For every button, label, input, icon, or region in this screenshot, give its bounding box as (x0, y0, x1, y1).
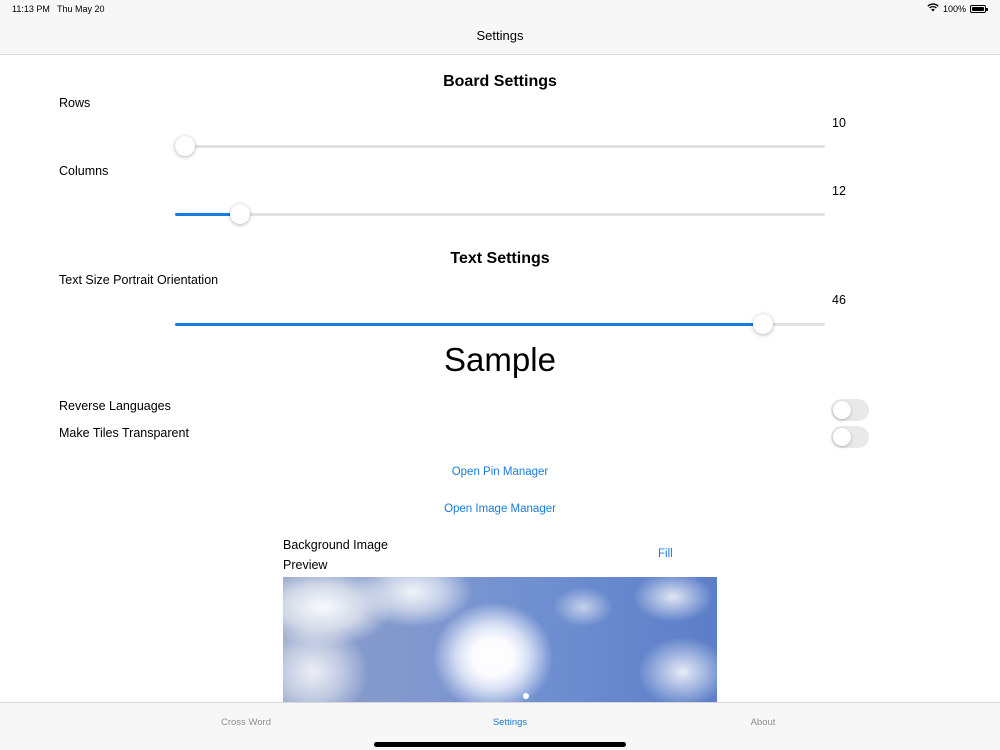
toggle-knob (833, 401, 851, 419)
slider-thumb[interactable] (175, 136, 195, 156)
toggle-knob (833, 428, 851, 446)
make-tiles-transparent-toggle[interactable] (831, 426, 869, 448)
tab-cross-word[interactable]: Cross Word (186, 717, 306, 728)
background-image-preview (283, 577, 717, 702)
tab-about[interactable]: About (703, 717, 823, 728)
text-settings-heading: Text Settings (450, 250, 550, 267)
status-time: 11:13 PM (12, 4, 50, 14)
rows-slider[interactable] (175, 136, 825, 156)
status-date: Thu May 20 (57, 4, 105, 14)
reverse-languages-toggle[interactable] (831, 399, 869, 421)
sample-text: Sample (444, 341, 556, 378)
open-image-manager-button[interactable]: Open Image Manager (444, 503, 556, 515)
battery-icon (970, 4, 988, 13)
tab-bar: Cross Word Settings About (0, 702, 1000, 750)
columns-slider[interactable] (175, 204, 825, 224)
background-image-label: Background Image (283, 538, 388, 552)
columns-label: Columns (59, 164, 109, 178)
wifi-icon (927, 3, 939, 14)
preview-label: Preview (283, 558, 328, 572)
navigation-bar: Settings (0, 18, 1000, 55)
settings-screen: 11:13 PM Thu May 20 100% Settings Board … (0, 0, 1000, 750)
tab-settings[interactable]: Settings (450, 717, 570, 728)
open-pin-manager-button[interactable]: Open Pin Manager (452, 466, 549, 478)
battery-percent: 100% (942, 3, 966, 14)
slider-fill (175, 323, 763, 326)
text-size-value: 46 (832, 293, 846, 307)
page-indicator-dot (523, 693, 529, 699)
text-size-slider[interactable] (175, 314, 825, 334)
slider-track (175, 145, 825, 148)
reverse-languages-label: Reverse Languages (59, 399, 171, 413)
home-indicator (374, 742, 626, 747)
fill-mode-button[interactable]: Fill (658, 548, 673, 560)
board-settings-heading: Board Settings (443, 73, 557, 90)
slider-thumb[interactable] (230, 204, 250, 224)
status-indicators: 100% (927, 3, 988, 14)
status-bar: 11:13 PM Thu May 20 100% (0, 0, 1000, 18)
rows-value: 10 (832, 116, 846, 130)
make-tiles-transparent-label: Make Tiles Transparent (59, 426, 189, 440)
slider-track (175, 213, 825, 216)
rows-label: Rows (59, 96, 91, 110)
text-size-label: Text Size Portrait Orientation (59, 273, 219, 287)
page-title: Settings (476, 28, 524, 43)
columns-value: 12 (832, 184, 846, 198)
slider-thumb[interactable] (753, 314, 773, 334)
